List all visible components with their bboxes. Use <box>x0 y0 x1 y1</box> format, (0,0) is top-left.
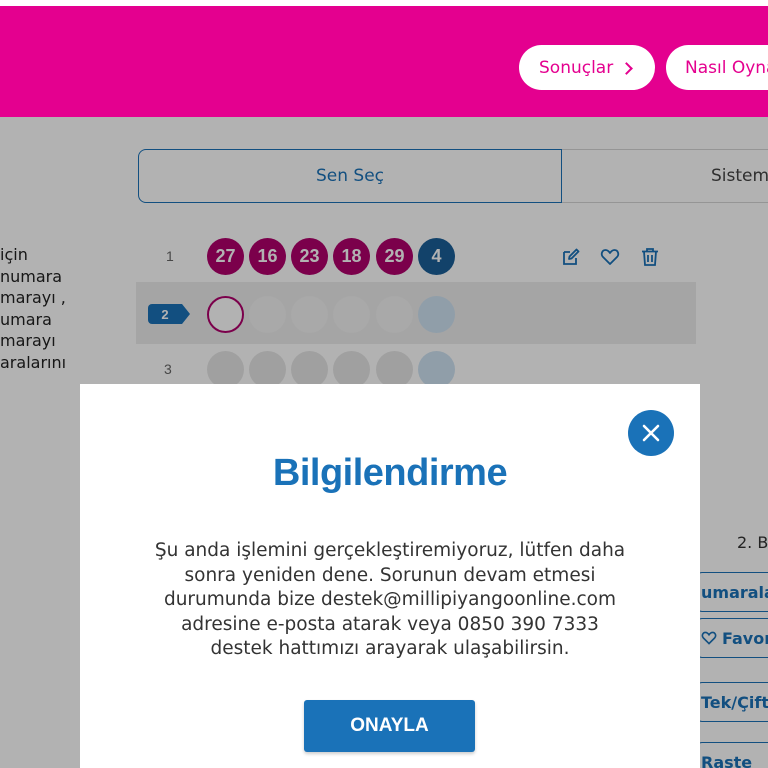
close-button[interactable] <box>628 410 674 456</box>
modal-message-line: durumunda bize destek@millipiyangoonline… <box>163 589 617 610</box>
header-bar: Sonuçlar Nasıl Oynanır <box>0 6 768 117</box>
how-to-play-button[interactable]: Nasıl Oynanır <box>666 45 768 90</box>
modal-title: Bilgilendirme <box>272 452 508 494</box>
confirm-button[interactable]: ONAYLA <box>304 700 475 752</box>
chevron-right-icon <box>620 61 634 75</box>
results-button[interactable]: Sonuçlar <box>519 45 655 90</box>
close-icon <box>642 424 660 442</box>
modal-message-line: adresine e-posta atarak veya 0850 390 73… <box>181 613 599 635</box>
modal-message-line: Şu anda işlemini gerçekleştiremiyoruz, l… <box>154 540 626 561</box>
page: Sonuçlar Nasıl Oynanır Sen Seç Sistem iç… <box>0 0 768 768</box>
modal-message-line: destek hattımızı arayarak ulaşabilirsin. <box>210 638 570 659</box>
modal-message: Şu anda işlemini gerçekleştiremiyoruz, l… <box>80 539 700 662</box>
modal-message-line: sonra yeniden dene. Sorunun devam etmesi <box>184 564 596 586</box>
results-label: Sonuçlar <box>539 57 614 78</box>
how-to-play-label: Nasıl Oynanır <box>685 57 768 78</box>
